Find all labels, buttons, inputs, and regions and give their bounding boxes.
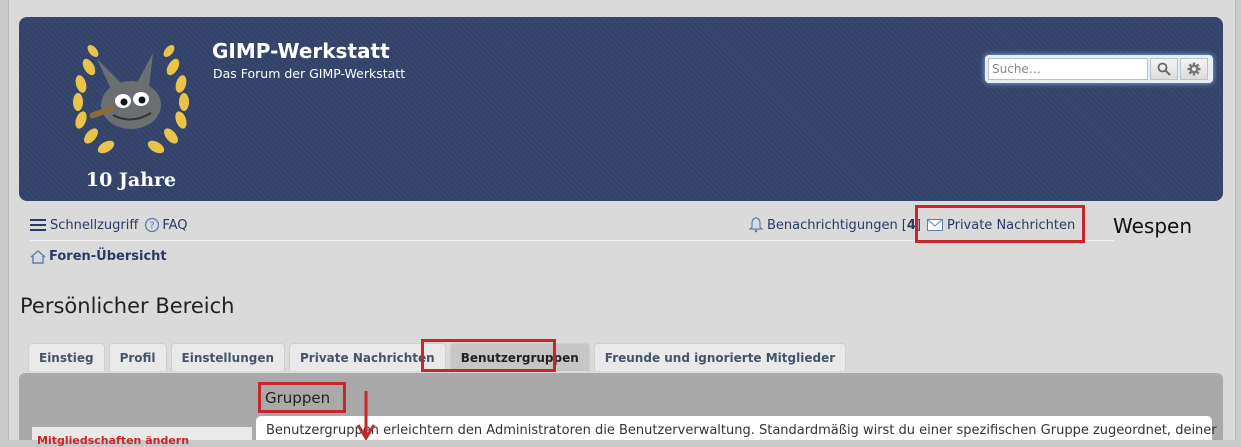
gear-icon [1187, 62, 1201, 76]
search-input[interactable] [988, 58, 1148, 80]
annotation-username: Wespen [1113, 214, 1193, 238]
search-button[interactable] [1150, 58, 1178, 80]
site-title[interactable]: GIMP-Werkstatt [212, 39, 390, 63]
page-title: Persönlicher Bereich [20, 294, 235, 318]
faq-link[interactable]: ? FAQ [144, 217, 188, 233]
tab-einstieg[interactable]: Einstieg [28, 343, 105, 371]
advanced-search-button[interactable] [1180, 58, 1208, 80]
breadcrumb[interactable]: Foren-Übersicht [30, 249, 167, 264]
search-icon [1157, 62, 1171, 76]
faq-label: FAQ [162, 217, 188, 233]
nav-left: Schnellzugriff ? FAQ [30, 217, 194, 233]
site-header: 10 Jahre GIMP-Werkstatt Das Forum der GI… [19, 17, 1223, 201]
quicklinks-label: Schnellzugriff [50, 217, 139, 233]
tab-einstellungen[interactable]: Einstellungen [170, 343, 286, 371]
search-box [985, 55, 1213, 83]
highlight-benutzergruppen-tab [421, 339, 556, 372]
help-icon: ? [145, 217, 160, 233]
hamburger-icon [30, 219, 46, 231]
quicklinks-menu[interactable]: Schnellzugriff [30, 218, 138, 233]
groups-intro-text: Benutzergruppen erleichtern den Administ… [266, 423, 1217, 438]
breadcrumb-home: Foren-Übersicht [49, 249, 167, 264]
highlight-groups-heading [258, 382, 346, 413]
home-icon [30, 249, 46, 264]
notifications-label: Benachrichtigungen [767, 217, 898, 233]
site-logo[interactable]: 10 Jahre [67, 39, 197, 199]
highlight-private-messages [915, 205, 1085, 243]
site-description: Das Forum der GIMP-Werkstatt [213, 66, 406, 81]
bell-icon [748, 217, 764, 233]
sidebar-link-memberships[interactable]: Mitgliedschaften ändern [37, 434, 189, 447]
logo-caption: 10 Jahre [85, 169, 177, 191]
tab-profil[interactable]: Profil [108, 343, 167, 371]
down-arrow-icon [356, 391, 376, 440]
tab-freunde[interactable]: Freunde und ignorierte Mitglieder [593, 343, 847, 371]
notifications-link[interactable]: Benachrichtigungen [4] [748, 217, 921, 233]
svg-text:?: ? [150, 221, 155, 232]
